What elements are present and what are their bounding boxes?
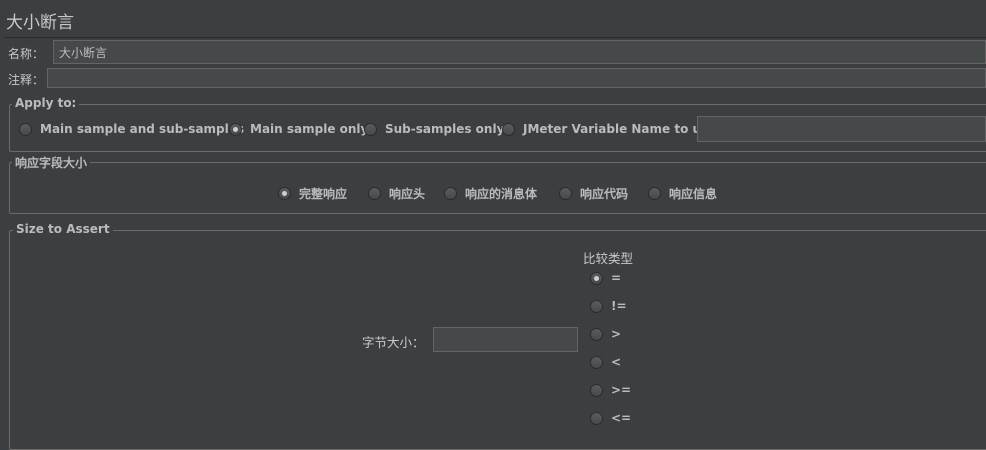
radio-compare-not-equal[interactable]: != [590,299,627,313]
radio-sub-only[interactable]: Sub-samples only [364,122,504,136]
apply-to-legend: Apply to: [12,96,80,110]
radio-main-only[interactable]: Main sample only [229,122,368,136]
radio-dot-selected [590,271,603,285]
radio-dot [648,187,661,200]
compare-type-label: 比较类型 [583,251,634,266]
radio-response-message[interactable]: 响应信息 [648,185,717,202]
name-field[interactable] [53,40,986,64]
size-to-assert-legend: Size to Assert [13,222,113,236]
radio-dot [590,299,603,313]
title-separator [4,37,986,38]
radio-response-headers[interactable]: 响应头 [368,185,425,202]
radio-dot [444,187,457,200]
radio-jmeter-variable[interactable]: JMeter Variable Name to use [502,122,716,136]
radio-dot [590,327,603,341]
radio-dot [590,383,603,397]
radio-dot [590,411,603,425]
page-title: 大小断言 [6,13,74,33]
byte-size-label: 字节大小： [362,335,425,350]
jmeter-variable-input[interactable] [697,116,986,142]
radio-dot [364,122,377,136]
radio-compare-greater-equal[interactable]: >= [590,383,631,397]
comment-label: 注释： [8,73,45,87]
radio-compare-less-equal[interactable]: <= [590,411,631,425]
comment-field[interactable] [47,68,986,88]
radio-response-code[interactable]: 响应代码 [559,185,628,202]
byte-size-input[interactable] [433,327,578,352]
radio-compare-greater[interactable]: > [590,327,621,341]
radio-dot [19,122,32,136]
radio-dot-selected [229,122,242,136]
response-field-legend: 响应字段大小 [12,154,91,171]
radio-main-and-sub[interactable]: Main sample and sub-samples [19,122,244,136]
name-label: 名称： [8,47,45,61]
radio-response-body[interactable]: 响应的消息体 [444,185,537,202]
radio-full-response[interactable]: 完整响应 [278,185,347,202]
radio-dot [559,187,572,200]
radio-dot [590,355,603,369]
radio-dot [502,122,515,136]
radio-compare-less[interactable]: < [590,355,621,369]
radio-dot [368,187,381,200]
radio-compare-equal[interactable]: = [590,271,621,285]
radio-dot-selected [278,187,291,200]
